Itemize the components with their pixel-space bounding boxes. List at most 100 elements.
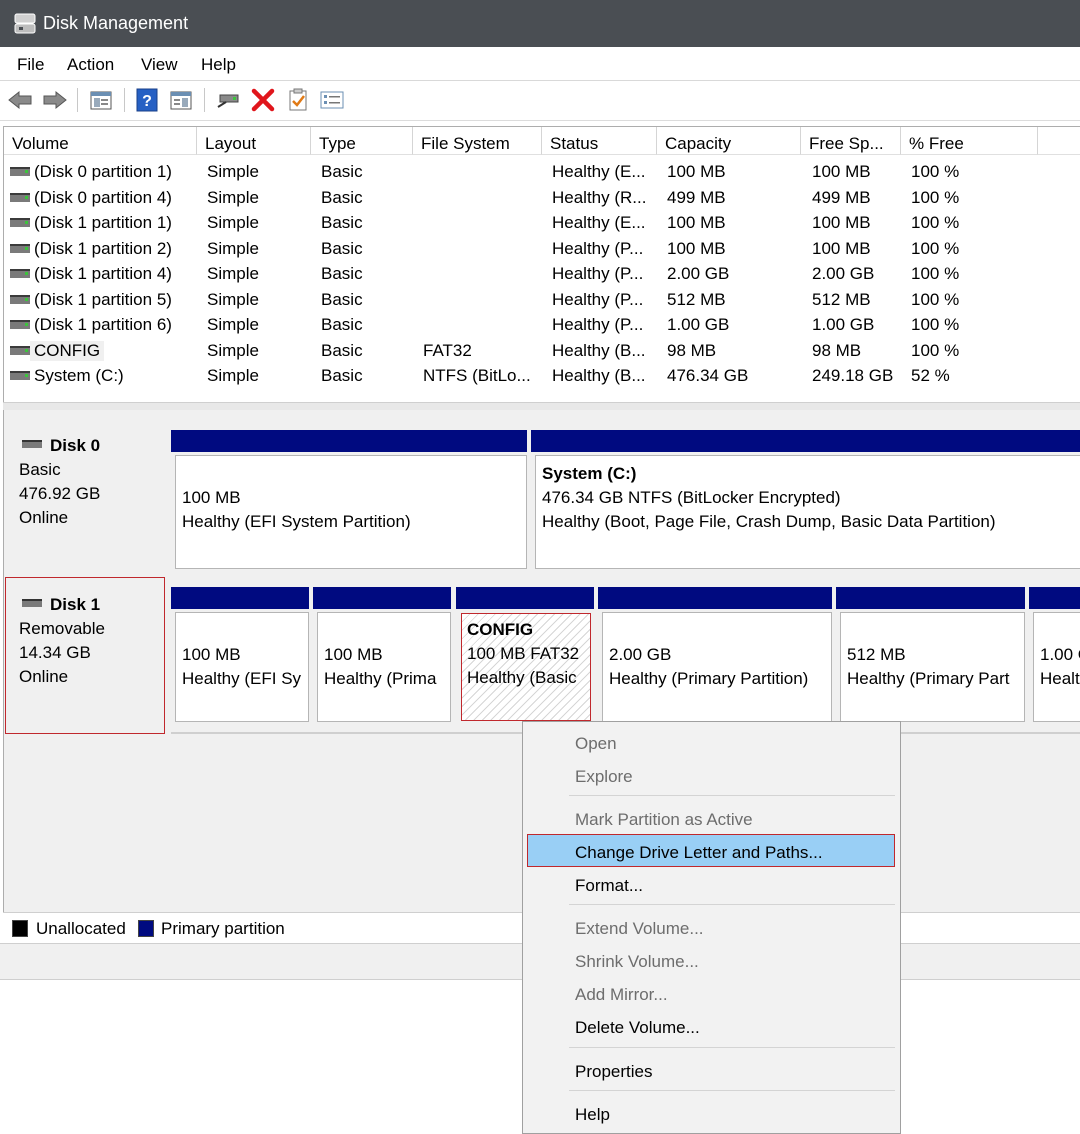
help-icon[interactable]: ? — [134, 87, 160, 113]
menu-item-help[interactable]: Help — [575, 1105, 610, 1125]
cell-free-space: 100 MB — [812, 162, 871, 181]
partition-disk1-primary-512mb[interactable]: 512 MB Healthy (Primary Part — [840, 612, 1025, 722]
check-document-icon[interactable] — [285, 87, 311, 113]
table-row[interactable]: System (C:) Simple Basic NTFS (BitLo... Heal… — [4, 363, 1080, 388]
cell-layout: Simple — [207, 264, 259, 283]
column-header-label: Status — [550, 134, 599, 153]
volume-drive-icon — [10, 167, 30, 176]
volume-drive-icon — [10, 192, 30, 202]
menu-file[interactable]: File — [17, 55, 44, 75]
menu-item-open[interactable]: Open — [575, 734, 617, 754]
menu-item-change-drive-letter[interactable]: Change Drive Letter and Paths... — [575, 843, 823, 863]
window-title: Disk Management — [43, 13, 189, 33]
menu-item-properties[interactable]: Properties — [575, 1062, 652, 1082]
properties-pane-icon[interactable] — [168, 87, 194, 113]
cell-layout: Simple — [207, 162, 259, 181]
cell-volume-name: (Disk 1 partition 1) — [34, 213, 172, 232]
partition-title: System (C:) — [542, 464, 637, 483]
menu-item-mark-active[interactable]: Mark Partition as Active — [575, 810, 753, 830]
table-row[interactable]: CONFIG Simple Basic FAT32 Healthy (B... 98 MB… — [4, 338, 1080, 363]
column-header-layout[interactable]: Layout — [197, 127, 311, 155]
menu-item-delete-volume[interactable]: Delete Volume... — [575, 1018, 700, 1038]
disk-name: Disk 1 — [50, 595, 101, 614]
table-row[interactable]: (Disk 1 partition 4) Simple Basic Healthy (… — [4, 261, 1080, 286]
back-arrow-icon[interactable] — [7, 87, 33, 113]
delete-icon[interactable] — [250, 87, 276, 113]
forward-arrow-icon[interactable] — [42, 87, 68, 113]
connect-drive-icon[interactable] — [216, 87, 242, 113]
column-header-label: Type — [319, 134, 356, 153]
primary-partition-swatch — [138, 920, 154, 937]
partition-status: Healthy (EFI System Partition) — [182, 512, 411, 531]
cell-volume-name: (Disk 1 partition 2) — [34, 238, 172, 258]
disk-status: Online — [19, 508, 69, 527]
column-header-free-space[interactable]: Free Sp... — [801, 127, 901, 155]
cell-status: Healthy (P... — [552, 264, 644, 283]
cell-volume-name: System (C:) — [34, 366, 124, 385]
partition-status: Healthy (Basic — [467, 668, 577, 687]
menu-item-format[interactable]: Format... — [575, 876, 643, 896]
partition-status: Healthy (EFI Sy — [182, 669, 302, 688]
menu-item-explore[interactable]: Explore — [575, 767, 633, 787]
disk-type: Basic — [19, 460, 61, 479]
column-header-file-system[interactable]: File System — [413, 127, 542, 155]
svg-text:?: ? — [142, 93, 152, 110]
cell-volume-name: (Disk 0 partition 1) — [34, 162, 172, 181]
menu-action[interactable]: Action — [67, 55, 114, 75]
cell-capacity: 476.34 GB — [667, 366, 749, 385]
cell-free-space: 1.00 GB — [812, 315, 875, 334]
menu-item-extend-volume[interactable]: Extend Volume... — [575, 919, 704, 939]
table-row[interactable]: (Disk 1 partition 5) Simple Basic Healthy (… — [4, 287, 1080, 312]
cell-file-system: FAT32 — [423, 340, 472, 360]
cell-percent-free: 100 % — [911, 340, 960, 360]
column-header-volume[interactable]: Volume — [4, 127, 197, 155]
toolbar-separator — [77, 88, 78, 112]
cell-percent-free: 100 % — [911, 162, 960, 181]
cell-status: Healthy (B... — [552, 340, 646, 360]
table-row[interactable]: (Disk 1 partition 1) Simple Basic Healthy (… — [4, 210, 1080, 235]
partition-disk1-efi[interactable]: 100 MB Healthy (EFI Sy — [175, 612, 309, 722]
partition-bar — [836, 587, 1025, 609]
cell-type: Basic — [321, 264, 363, 283]
column-header-type[interactable]: Type — [311, 127, 413, 155]
partition-bar — [1029, 587, 1080, 609]
volume-list[interactable]: Volume Layout Type File System Status Ca… — [3, 126, 1080, 410]
disk-0-info[interactable]: Disk 0 Basic 476.92 GB Online — [6, 421, 166, 572]
table-row[interactable]: (Disk 0 partition 4) Simple Basic Healthy (… — [4, 185, 1080, 210]
settings-list-icon[interactable] — [319, 87, 345, 113]
cell-percent-free: 52 % — [911, 366, 950, 385]
cell-layout: Simple — [207, 213, 259, 232]
cell-type: Basic — [321, 162, 363, 181]
menu-view[interactable]: View — [141, 55, 178, 75]
unallocated-swatch — [12, 920, 28, 937]
cell-volume-name: (Disk 0 partition 4) — [34, 187, 172, 207]
cell-type: Basic — [321, 187, 363, 207]
cell-capacity: 98 MB — [667, 340, 717, 360]
partition-disk1-primary-2gb[interactable]: 2.00 GB Healthy (Primary Partition) — [602, 612, 832, 722]
disk-size: 476.92 GB — [19, 484, 101, 503]
menu-help[interactable]: Help — [201, 55, 236, 75]
cell-free-space: 2.00 GB — [812, 264, 875, 283]
menu-item-add-mirror[interactable]: Add Mirror... — [575, 985, 668, 1005]
table-row[interactable]: (Disk 0 partition 1) Simple Basic Healthy (… — [4, 159, 1080, 184]
table-row[interactable]: (Disk 1 partition 6) Simple Basic Healthy (… — [4, 312, 1080, 337]
partition-disk0-efi[interactable]: 100 MB Healthy (EFI System Partition) — [175, 455, 527, 569]
table-row[interactable]: (Disk 1 partition 2) Simple Basic Healthy (… — [4, 236, 1080, 261]
column-header-status[interactable]: Status — [542, 127, 657, 155]
column-header-percent-free[interactable]: % Free — [901, 127, 1038, 155]
partition-bar — [598, 587, 832, 609]
cell-volume-name: (Disk 1 partition 6) — [34, 315, 172, 334]
partition-config-selected[interactable]: CONFIG 100 MB FAT32 Healthy (Basic — [461, 613, 591, 721]
console-tree-icon[interactable] — [88, 87, 114, 113]
partition-disk1-primary-1gb[interactable]: 1.00 G Healt — [1033, 612, 1080, 722]
disk-1-info[interactable]: Disk 1 Removable 14.34 GB Online — [5, 577, 165, 734]
cell-layout: Simple — [207, 289, 259, 309]
menu-item-shrink-volume[interactable]: Shrink Volume... — [575, 952, 699, 972]
context-menu: Open Explore Mark Partition as Active Ch… — [522, 721, 901, 1134]
partition-disk0-system[interactable]: System (C:) 476.34 GB NTFS (BitLocker En… — [535, 455, 1080, 569]
cell-free-space: 100 MB — [812, 238, 871, 258]
column-header-capacity[interactable]: Capacity — [657, 127, 801, 155]
menu-separator — [569, 904, 895, 905]
partition-disk1-primary-1[interactable]: 100 MB Healthy (Prima — [317, 612, 451, 722]
cell-type: Basic — [321, 366, 363, 385]
